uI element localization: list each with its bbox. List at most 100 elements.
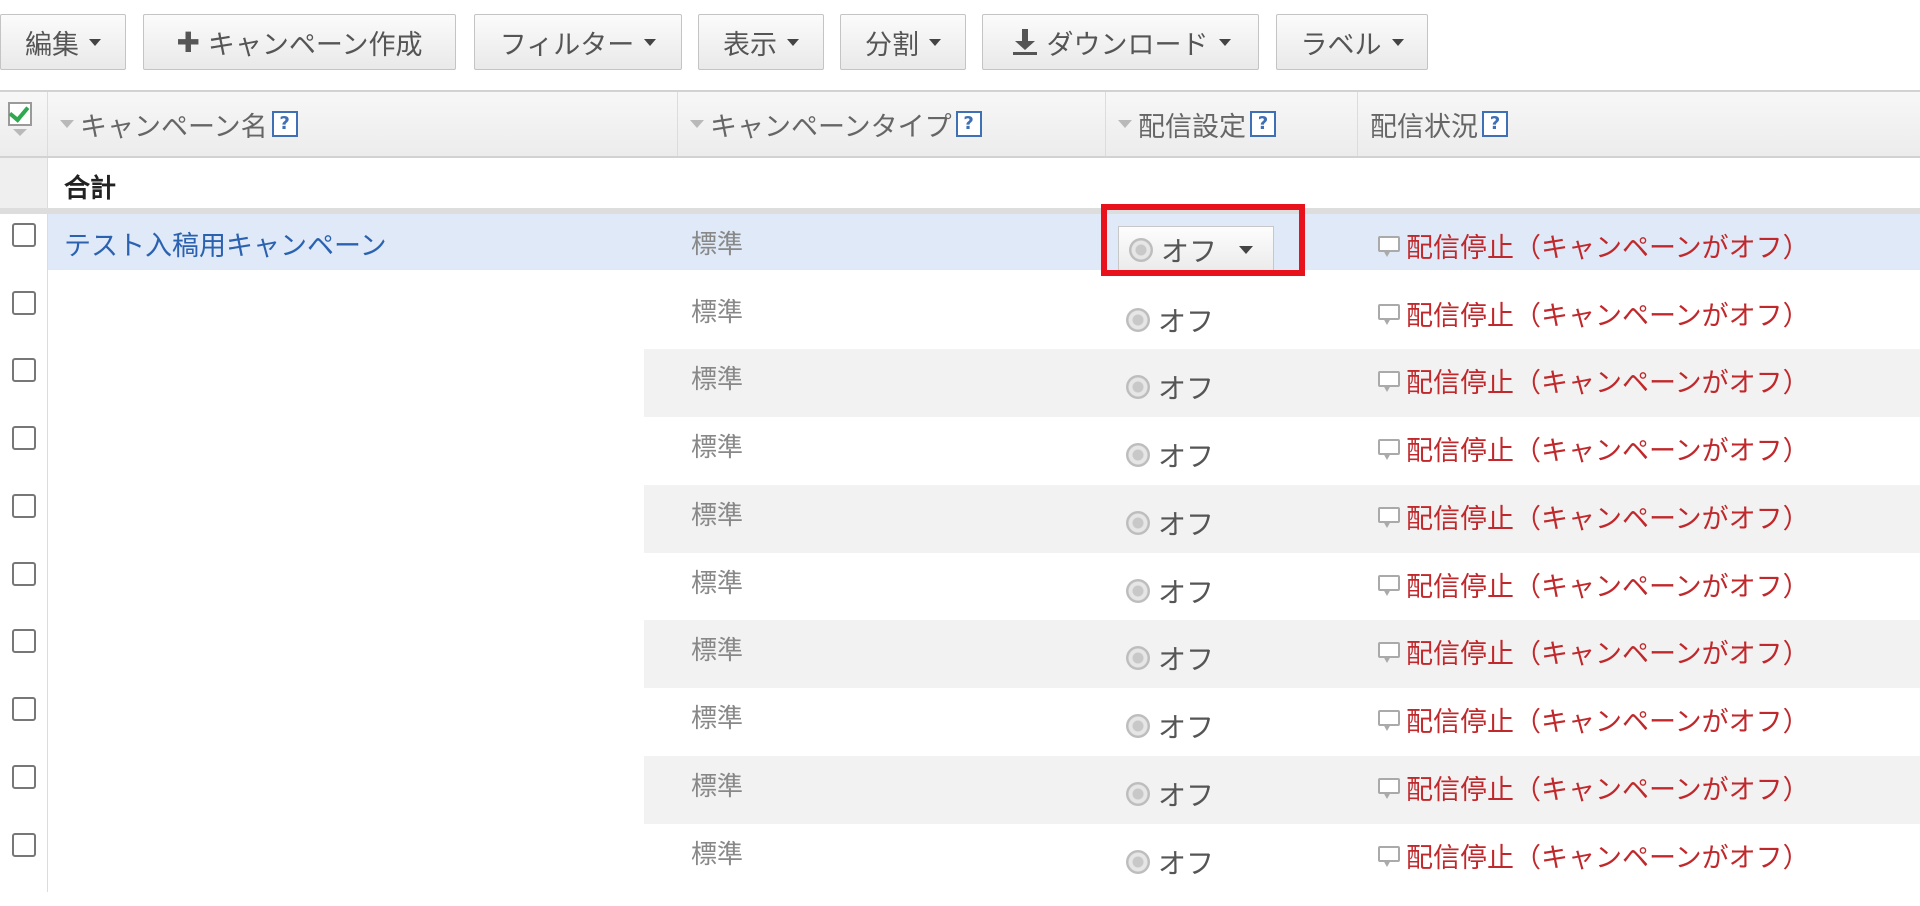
table-row[interactable]: 標準 オフ 配信停止（キャンペーンがオフ） [0,553,1920,621]
speech-bubble-icon[interactable] [1378,235,1400,257]
delivery-setting-toggle[interactable]: オフ [1126,774,1214,814]
caret-down-icon [1239,246,1254,254]
segment-menu-button[interactable]: 分割 [840,14,966,70]
campaign-type-header-label: キャンペーンタイプ [710,111,952,143]
speech-bubble-icon[interactable] [1378,438,1400,460]
radio-off-icon [1126,850,1150,874]
help-icon[interactable]: ? [1250,111,1276,137]
row-checkbox[interactable] [12,833,36,857]
view-menu-button[interactable]: 表示 [698,14,824,70]
table-row[interactable]: 標準 オフ 配信停止（キャンペーンがオフ） [0,417,1920,485]
delivery-status-cell: 配信停止（キャンペーンがオフ） [1378,226,1810,265]
table-row[interactable]: 標準 オフ 配信停止（キャンペーンがオフ） [0,824,1920,892]
delivery-setting-value: オフ [1158,372,1215,405]
column-header-campaign-type[interactable]: キャンペーンタイプ ? [678,92,1106,156]
delivery-status-text: 配信停止（キャンペーンがオフ） [1406,233,1810,264]
help-icon[interactable]: ? [1482,111,1508,137]
delivery-setting-value: オフ [1158,643,1215,676]
delivery-setting-toggle[interactable]: オフ [1126,842,1214,882]
select-all-checkbox[interactable] [8,101,36,138]
table-row[interactable]: 標準 オフ 配信停止（キャンペーンがオフ） [0,485,1920,553]
radio-off-icon [1126,308,1150,332]
speech-bubble-icon[interactable] [1378,506,1400,528]
row-checkbox[interactable] [12,562,36,586]
edit-button-label: 編集 [25,29,79,61]
radio-off-icon [1126,579,1150,603]
delivery-setting-value: オフ [1158,440,1215,473]
delivery-status-cell: 配信停止（キャンペーンがオフ） [1378,565,1810,604]
sort-icon [690,120,704,128]
speech-bubble-icon[interactable] [1378,574,1400,596]
download-button-label: ダウンロード [1046,29,1209,61]
campaign-type-text: 標準 [691,365,744,395]
delivery-setting-toggle[interactable]: オフ [1126,571,1214,611]
delivery-status-header-label: 配信状況 [1370,111,1478,143]
download-menu-button[interactable]: ダウンロード [982,14,1259,70]
delivery-setting-value: オフ [1158,847,1215,880]
select-all-cell[interactable] [0,92,48,156]
speech-bubble-icon[interactable] [1378,777,1400,799]
column-header-delivery-setting[interactable]: 配信設定 ? [1106,92,1358,156]
speech-bubble-icon[interactable] [1378,370,1400,392]
create-campaign-button[interactable]: ✚ キャンペーン作成 [143,14,456,70]
caret-down-icon [1391,38,1404,46]
row-checkbox[interactable] [12,765,36,789]
delivery-status-text: 配信停止（キャンペーンがオフ） [1406,436,1810,467]
filter-menu-button[interactable]: フィルター [474,14,682,70]
column-header-delivery-status[interactable]: 配信状況 ? [1358,92,1920,156]
delivery-status-cell: 配信停止（キャンペーンがオフ） [1378,294,1810,333]
label-button-label: ラベル [1300,29,1382,61]
table-row[interactable]: 標準 オフ 配信停止（キャンペーンがオフ） [0,756,1920,824]
segment-button-label: 分割 [865,29,919,61]
campaign-type-text: 標準 [691,230,744,260]
delivery-setting-toggle[interactable]: オフ [1126,435,1214,475]
campaign-type-text: 標準 [691,772,744,802]
campaign-type-text: 標準 [691,704,744,734]
delivery-status-text: 配信停止（キャンペーンがオフ） [1406,368,1810,399]
sort-icon [1118,120,1132,128]
table-row[interactable]: 標準 オフ 配信停止（キャンペーンがオフ） [0,349,1920,417]
table-row[interactable]: テスト入稿用キャンペーン 標準 オフ 配信停止（キャンペーンがオフ） [0,214,1920,282]
campaign-type-text: 標準 [691,433,744,463]
label-menu-button[interactable]: ラベル [1276,14,1428,70]
delivery-setting-toggle[interactable]: オフ [1126,300,1214,340]
table-row[interactable]: 標準 オフ 配信停止（キャンペーンがオフ） [0,688,1920,756]
speech-bubble-icon[interactable] [1378,641,1400,663]
speech-bubble-icon[interactable] [1378,845,1400,867]
delivery-setting-toggle[interactable]: オフ [1126,503,1214,543]
speech-bubble-icon[interactable] [1378,709,1400,731]
delivery-setting-value: オフ [1158,711,1215,744]
help-icon[interactable]: ? [955,111,982,137]
download-icon [1011,29,1039,55]
radio-off-icon [1126,375,1150,399]
campaign-name-link[interactable]: テスト入稿用キャンペーン [64,224,387,263]
row-checkbox[interactable] [12,223,36,247]
radio-off-icon [1126,646,1150,670]
row-checkbox[interactable] [12,291,36,315]
row-checkbox[interactable] [12,629,36,653]
delivery-setting-toggle[interactable]: オフ [1126,638,1214,678]
delivery-status-cell: 配信停止（キャンペーンがオフ） [1378,361,1810,400]
delivery-setting-toggle[interactable]: オフ [1126,706,1214,746]
delivery-setting-toggle[interactable]: オフ [1126,367,1214,407]
total-row: 合計 [0,158,1920,214]
table-row[interactable]: 標準 オフ 配信停止（キャンペーンがオフ） [0,620,1920,688]
row-checkbox[interactable] [12,426,36,450]
column-header-campaign-name[interactable]: キャンペーン名 ? [48,92,678,156]
total-label: 合計 [64,174,117,204]
delivery-setting-value: オフ [1158,305,1215,338]
caret-down-icon [644,38,657,46]
edit-menu-button[interactable]: 編集 [0,14,126,70]
table-row[interactable]: 標準 オフ 配信停止（キャンペーンがオフ） [0,282,1920,350]
delivery-setting-value: オフ [1158,779,1215,812]
row-checkbox[interactable] [12,697,36,721]
radio-off-icon [1129,238,1153,262]
speech-bubble-icon[interactable] [1378,303,1400,325]
radio-off-icon [1126,782,1150,806]
row-checkbox[interactable] [12,358,36,382]
delivery-status-text: 配信停止（キャンペーンがオフ） [1406,301,1810,332]
delivery-status-text: 配信停止（キャンペーンがオフ） [1406,843,1810,874]
row-checkbox[interactable] [12,494,36,518]
help-icon[interactable]: ? [271,111,298,137]
delivery-setting-dropdown[interactable]: オフ [1118,226,1274,274]
